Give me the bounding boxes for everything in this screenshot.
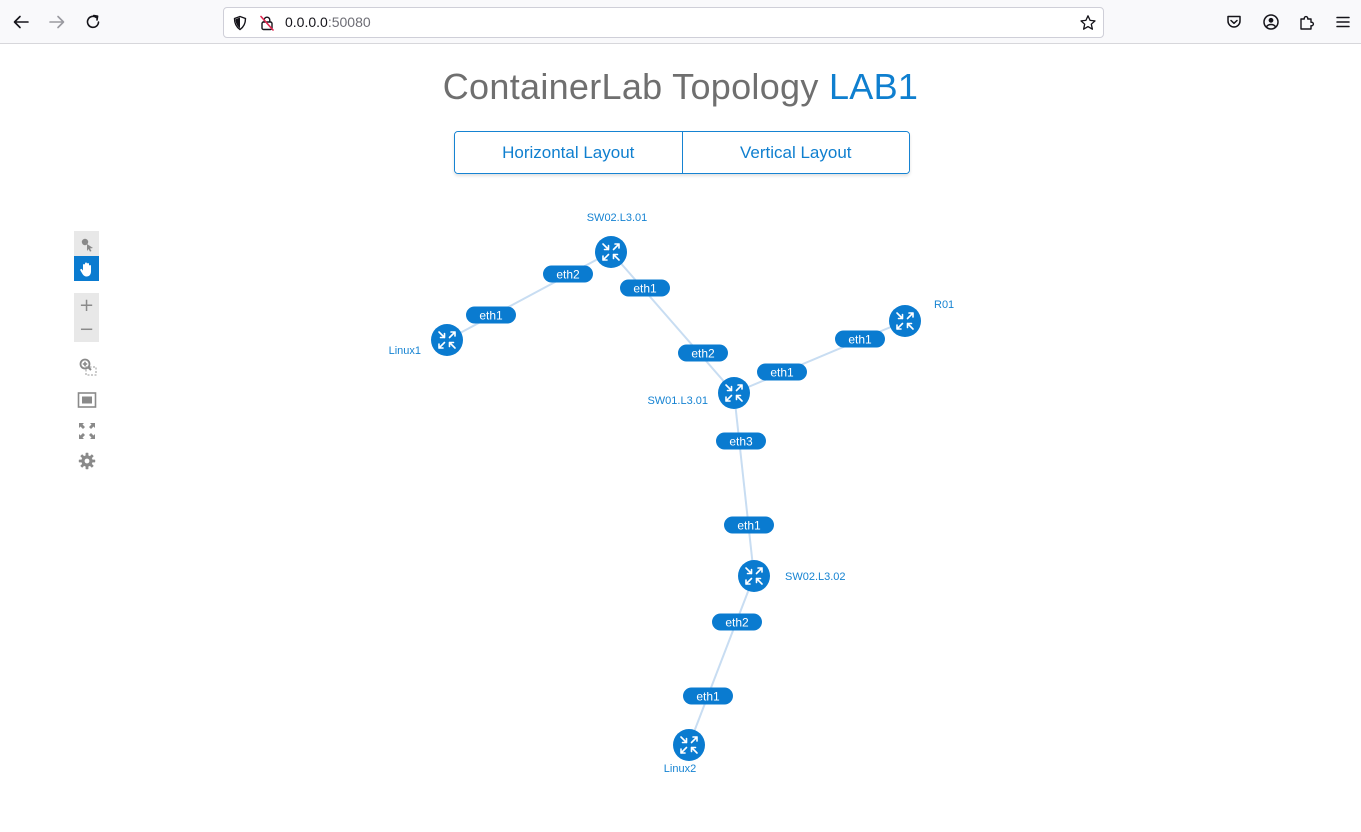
port-badge-R01-eth1[interactable]: eth1 — [835, 330, 885, 348]
port-label: eth2 — [725, 615, 749, 629]
node-label: SW02.L3.02 — [785, 571, 846, 583]
port-badge-SW02.L3.02-eth2[interactable]: eth2 — [712, 613, 762, 631]
port-badge-SW02.L3.01-eth1[interactable]: eth1 — [620, 279, 670, 297]
link-SW02.L3.01-SW01.L3.01[interactable] — [610, 251, 735, 394]
port-badge-SW01.L3.01-eth2[interactable]: eth2 — [678, 344, 728, 362]
link-SW02.L3.02-Linux2[interactable] — [688, 575, 755, 746]
port-badge-SW02.L3.01-eth2[interactable]: eth2 — [543, 265, 593, 283]
port-badge-SW01.L3.01-eth1[interactable]: eth1 — [757, 363, 807, 381]
router-node-circle — [889, 305, 921, 337]
node-Linux1[interactable]: Linux1 — [389, 324, 463, 357]
node-label: Linux2 — [664, 763, 696, 775]
port-badge-SW02.L3.02-eth1[interactable]: eth1 — [724, 516, 774, 534]
topology-canvas[interactable]: eth2 eth1 eth1 eth2 eth1 eth1 eth3 eth1 eth2 eth1… — [0, 0, 1361, 832]
link-SW02.L3.01-Linux1[interactable] — [446, 251, 612, 341]
port-badge-Linux2-eth1[interactable]: eth1 — [683, 687, 733, 705]
node-SW01.L3.01[interactable]: SW01.L3.01 — [647, 377, 750, 409]
router-node-circle — [595, 236, 627, 268]
router-node-circle — [431, 324, 463, 356]
node-Linux2[interactable]: Linux2 — [664, 729, 705, 775]
port-label: eth2 — [691, 346, 715, 360]
port-badge-SW01.L3.01-eth3[interactable]: eth3 — [716, 432, 766, 450]
port-label: eth1 — [696, 689, 720, 703]
port-label: eth1 — [770, 365, 794, 379]
ports-layer: eth2 eth1 eth1 eth2 eth1 eth1 eth3 eth1 eth2 eth1 — [466, 265, 885, 705]
node-R01[interactable]: R01 — [889, 299, 954, 337]
node-label: SW02.L3.01 — [587, 212, 648, 224]
port-label: eth1 — [479, 308, 503, 322]
links-layer — [446, 251, 906, 746]
port-badge-Linux1-eth1[interactable]: eth1 — [466, 306, 516, 324]
port-label: eth1 — [737, 518, 761, 532]
port-label: eth1 — [633, 281, 657, 295]
nodes-layer: SW02.L3.01 Linux1 R01 SW01.L3.01 SW02.L3.02 L… — [389, 212, 955, 775]
router-node-circle — [718, 377, 750, 409]
node-label: SW01.L3.01 — [647, 395, 708, 407]
link-SW01.L3.01-SW02.L3.02[interactable] — [733, 392, 755, 577]
node-label: Linux1 — [389, 345, 421, 357]
port-label: eth2 — [556, 267, 580, 281]
node-SW02.L3.02[interactable]: SW02.L3.02 — [738, 560, 846, 592]
router-node-circle — [673, 729, 705, 761]
router-node-circle — [738, 560, 770, 592]
port-label: eth3 — [729, 434, 753, 448]
node-label: R01 — [934, 299, 954, 311]
port-label: eth1 — [848, 332, 872, 346]
